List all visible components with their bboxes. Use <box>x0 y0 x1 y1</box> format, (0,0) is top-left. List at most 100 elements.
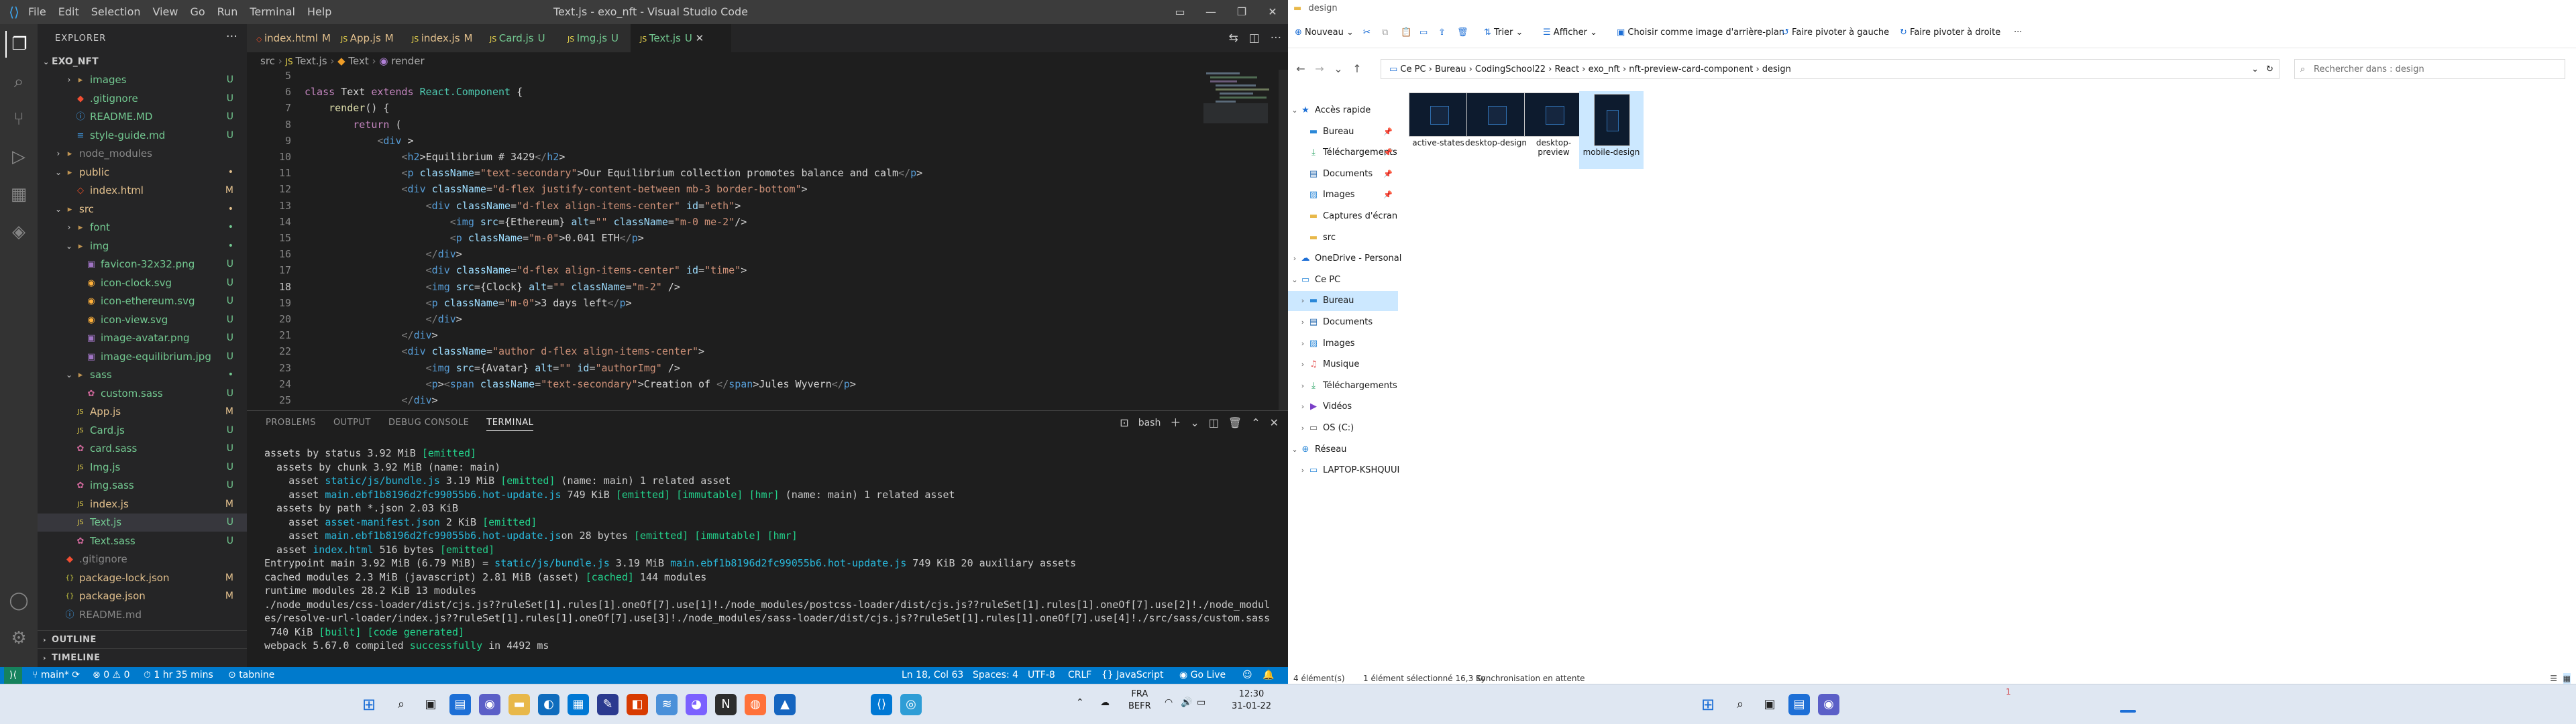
tab-problems[interactable]: PROBLEMS <box>266 418 316 431</box>
chevron-right-icon[interactable]: › <box>1299 312 1307 333</box>
chevron-right-icon[interactable]: › <box>1299 397 1307 417</box>
battery-icon[interactable]: ▭ <box>1197 697 1205 709</box>
close-panel-icon[interactable]: ✕ <box>1270 415 1279 431</box>
folder-item[interactable]: ⌄ ▸ sass • <box>38 366 247 384</box>
set-background-button[interactable]: ▣ Choisir comme image d'arrière-plan <box>1617 17 1784 48</box>
chevron-down-icon[interactable]: ⌄ <box>54 200 63 219</box>
file-item[interactable]: JS Img.js U <box>38 459 247 477</box>
clock[interactable]: 12:30 31-01-22 <box>1232 688 1271 713</box>
minimize-button[interactable]: — <box>1195 0 1226 24</box>
vscode-logo-icon[interactable]: ⟨⟩ <box>7 5 21 19</box>
nav-item[interactable]: › ♫ Musique <box>1288 355 1398 375</box>
view-button[interactable]: ☰ Afficher ⌄ <box>1543 17 1597 48</box>
nav-item[interactable]: ▨ Images 📌 <box>1288 185 1398 205</box>
problems-status[interactable]: ⊗ 0 ⚠ 0 <box>93 667 129 684</box>
more-actions-icon[interactable]: ··· <box>226 29 237 44</box>
close-button[interactable]: ✕ <box>1257 0 1288 24</box>
files-icon[interactable]: ❐ <box>5 31 32 58</box>
new-button[interactable]: ⊕ Nouveau ⌄ <box>1295 17 1354 48</box>
store-icon[interactable]: ▦ <box>568 694 589 715</box>
indentation[interactable]: Spaces: 4 <box>973 667 1018 684</box>
extensions-icon[interactable]: ▦ <box>5 181 32 208</box>
nav-item[interactable]: ▤ Documents 📌 <box>1288 164 1398 184</box>
chevron-right-icon[interactable]: › <box>1299 291 1307 311</box>
details-view-icon[interactable]: ☰ <box>2550 673 2557 684</box>
folder-item[interactable]: ⌄ ▸ img • <box>38 237 247 255</box>
nav-item[interactable]: › ▤ Documents <box>1288 312 1398 333</box>
chevron-down-icon[interactable]: ⌄ <box>1291 440 1299 460</box>
file-item[interactable]: JS Text.js U <box>38 514 247 532</box>
search-icon[interactable]: ⌕ <box>390 694 412 715</box>
address-bar[interactable]: ▭ Ce PC › Bureau › CodingSchool22 › Reac… <box>1381 59 2279 79</box>
chevron-down-icon[interactable]: ⌄ <box>54 164 63 182</box>
path-segment[interactable]: nft-preview-card-component <box>1629 64 1753 74</box>
nav-item[interactable]: › ▶ Vidéos <box>1288 397 1398 417</box>
terminal-shell[interactable]: bash <box>1138 415 1161 431</box>
file-thumbnail[interactable]: mobile-design <box>1579 91 1644 169</box>
paste-icon[interactable]: 📋 <box>1401 17 1411 48</box>
sort-button[interactable]: ⇅ Trier ⌄ <box>1484 17 1523 48</box>
file-item[interactable]: ✿ card.sass U <box>38 440 247 458</box>
start-icon[interactable]: ⊞ <box>1697 694 1719 715</box>
nav-item[interactable]: ▬ Captures d'écran <box>1288 206 1398 227</box>
remote-icon[interactable]: ◈ <box>5 219 32 245</box>
file-explorer-icon[interactable]: ▬ <box>508 694 530 715</box>
project-root[interactable]: ⌄ EXO_NFT <box>38 54 247 70</box>
app-icon[interactable]: ✎ <box>597 694 619 715</box>
chevron-down-icon[interactable]: ⌄ <box>1291 101 1299 121</box>
share-icon[interactable]: ⇪ <box>1438 17 1446 48</box>
editor-scrollbar[interactable] <box>1279 70 1288 410</box>
timeline-section[interactable]: › TIMELINE <box>38 648 247 666</box>
vscode-icon[interactable]: ⟨⟩ <box>871 694 892 715</box>
maximize-panel-icon[interactable]: ⌃ <box>1251 415 1260 431</box>
file-item[interactable]: ◆ .gitignore <box>38 550 247 568</box>
more-options-icon[interactable]: ··· <box>2014 17 2022 48</box>
path-segment[interactable]: design <box>1762 64 1791 74</box>
maximize-button[interactable]: ❐ <box>1226 0 1257 24</box>
chevron-right-icon[interactable]: › <box>64 219 74 237</box>
app-icon[interactable]: ≋ <box>656 694 678 715</box>
file-item[interactable]: ▣ image-avatar.png U <box>38 329 247 347</box>
search-icon[interactable]: ⌕ <box>5 68 32 95</box>
nav-item[interactable]: › ⤓ Téléchargements <box>1288 376 1398 396</box>
file-item[interactable]: {} package-lock.json M <box>38 569 247 587</box>
discord-icon[interactable]: ◕ <box>686 694 707 715</box>
tabnine-status[interactable]: ⊙ tabnine <box>228 667 274 684</box>
feedback-icon[interactable]: ☺ <box>1242 667 1252 684</box>
menu-help[interactable]: Help <box>307 0 331 24</box>
nav-item[interactable]: › ▭ LAPTOP-KSHQUUI <box>1288 461 1400 481</box>
file-item[interactable]: ⓘ README.MD U <box>38 108 247 126</box>
menu-go[interactable]: Go <box>190 0 205 24</box>
breadcrumb-item[interactable]: render <box>391 55 425 67</box>
encoding[interactable]: UTF-8 <box>1028 667 1055 684</box>
folder-item[interactable]: ⌄ ▸ public • <box>38 164 247 182</box>
forward-icon[interactable]: → <box>1311 59 1328 79</box>
file-item[interactable]: ◉ icon-ethereum.svg U <box>38 292 247 310</box>
nav-item[interactable]: ⌄ ⊕ Réseau <box>1288 440 1398 460</box>
new-terminal-icon[interactable]: ＋ <box>1170 415 1181 431</box>
chevron-down-icon[interactable]: ⌄ <box>1291 270 1299 290</box>
firefox-icon[interactable]: ◍ <box>745 694 766 715</box>
more-actions-icon[interactable]: ··· <box>1271 24 1281 52</box>
nav-item[interactable]: ⌄ ★ Accès rapide <box>1288 101 1398 121</box>
file-item[interactable]: ≡ style-guide.md U <box>38 127 247 145</box>
compare-icon[interactable]: ⇆ <box>1228 24 1238 52</box>
menu-terminal[interactable]: Terminal <box>250 0 295 24</box>
path-segment[interactable]: React <box>1554 64 1579 74</box>
search-icon[interactable]: ⌕ <box>1729 694 1751 715</box>
large-icons-view-icon[interactable]: ▦ <box>2563 673 2571 684</box>
run-debug-icon[interactable]: ▷ <box>5 143 32 170</box>
rotate-right-button[interactable]: ↻ Faire pivoter à droite <box>1900 17 2000 48</box>
file-item[interactable]: ◇ index.html M <box>38 182 247 200</box>
source-control-icon[interactable]: ⑂ <box>5 106 32 133</box>
folder-item[interactable]: › ▸ font • <box>38 219 247 237</box>
split-editor-icon[interactable]: ◫ <box>1249 24 1260 52</box>
file-item[interactable]: {} package.json M <box>38 587 247 605</box>
app-icon[interactable]: ◎ <box>900 694 922 715</box>
path-segment[interactable]: Ce PC <box>1400 64 1426 74</box>
file-item[interactable]: ◉ icon-view.svg U <box>38 311 247 329</box>
chevron-down-icon[interactable]: ⌄ <box>1190 415 1199 431</box>
nav-item[interactable]: ⤓ Téléchargements 📌 <box>1288 143 1398 163</box>
menu-selection[interactable]: Selection <box>91 0 141 24</box>
rename-icon[interactable]: ▭ <box>1419 17 1428 48</box>
